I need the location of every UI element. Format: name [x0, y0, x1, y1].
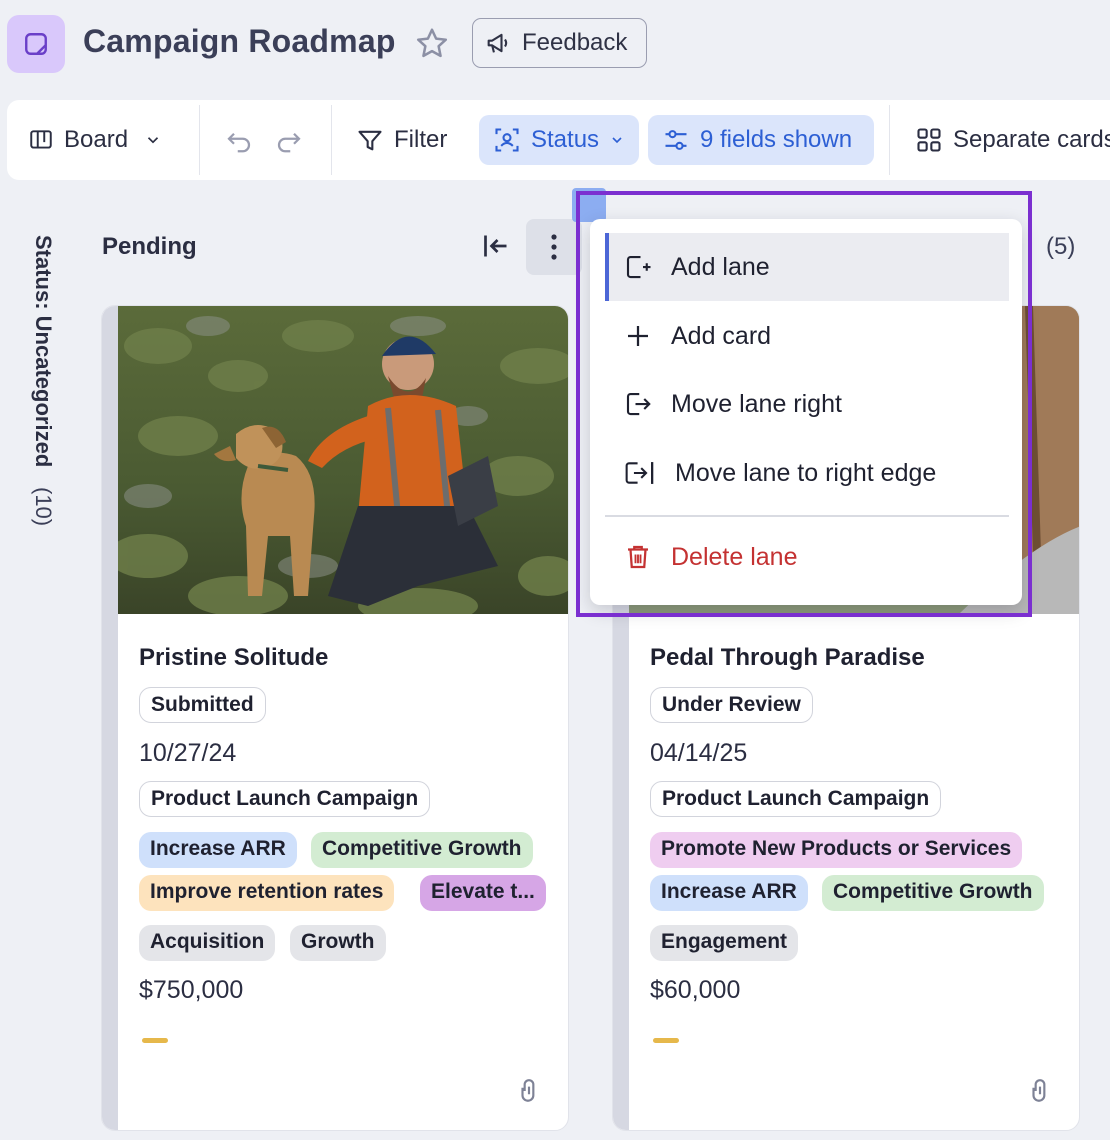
goal-chip: Increase ARR: [650, 875, 808, 911]
lane-more-button[interactable]: [526, 219, 582, 275]
campaign-chip: Product Launch Campaign: [650, 781, 942, 817]
redo-icon: [277, 132, 301, 153]
card-amount: $750,000: [139, 976, 244, 1004]
menu-label: Add card: [671, 321, 772, 350]
priority-indicator: [142, 1038, 168, 1043]
goal-chip: Competitive Growth: [822, 875, 1044, 911]
undo-button[interactable]: [224, 115, 254, 165]
separate-cards-button[interactable]: Separate cards: [915, 115, 1110, 165]
fields-label: 9 fields shown: [700, 126, 853, 153]
move-right-edge-icon: [625, 462, 654, 484]
note-icon: [25, 33, 47, 55]
status-chip: Submitted: [139, 687, 266, 723]
next-lane-count: (5): [1046, 233, 1076, 260]
menu-label: Add lane: [671, 252, 770, 281]
group-label-vertical[interactable]: Status: Uncategorized (10): [30, 235, 56, 527]
toolbar-divider: [331, 105, 332, 175]
card-date: 10/27/24: [139, 739, 237, 767]
feedback-label: Feedback: [522, 29, 628, 56]
page-title: Campaign Roadmap: [83, 23, 396, 59]
group-icon: [495, 128, 519, 152]
trash-icon: [628, 545, 648, 569]
menu-divider: [605, 515, 1009, 517]
menu-item-add-lane[interactable]: Add lane: [605, 233, 1009, 301]
goal-chip: Elevate t...: [420, 875, 546, 911]
toolbar-divider: [199, 105, 200, 175]
toolbar-divider: [889, 105, 890, 175]
group-by-status-button[interactable]: Status: [479, 115, 640, 165]
filter-icon: [358, 130, 382, 151]
menu-item-delete-lane[interactable]: Delete lane: [605, 523, 1009, 591]
menu-label: Move lane right: [671, 389, 842, 418]
add-lane-icon: [626, 255, 651, 279]
menu-label: Move lane to right edge: [675, 458, 937, 487]
star-icon[interactable]: [413, 25, 451, 63]
feedback-button[interactable]: Feedback: [472, 18, 647, 68]
card-stripe: [102, 306, 118, 1130]
card[interactable]: Pristine Solitude Submitted 10/27/24 Pro…: [101, 305, 569, 1131]
chevron-down-icon: [612, 137, 622, 144]
goal-chip: Improve retention rates: [139, 875, 395, 911]
group-count: (10): [31, 487, 56, 527]
separate-label: Separate cards: [953, 126, 1110, 153]
goal-chip: Increase ARR: [139, 832, 297, 868]
group-name: Status: Uncategorized: [31, 235, 56, 468]
card-image: [118, 306, 568, 614]
view-switcher[interactable]: Board: [28, 115, 162, 165]
paperclip-icon[interactable]: [516, 1078, 542, 1104]
tag-chip: Acquisition: [139, 925, 276, 961]
card-date: 04/14/25: [650, 739, 748, 767]
group-label: Status: [531, 126, 600, 153]
goal-chip: Competitive Growth: [311, 832, 533, 868]
redo-button[interactable]: [274, 115, 304, 165]
menu-item-move-right[interactable]: Move lane right: [605, 370, 1009, 438]
view-label: Board: [64, 126, 129, 153]
plus-icon: [628, 326, 648, 346]
card-title: Pedal Through Paradise: [650, 644, 925, 671]
move-right-icon: [626, 392, 651, 416]
collapse-left-icon: [484, 235, 507, 257]
sliders-icon: [665, 130, 687, 150]
chevron-down-icon: [147, 137, 159, 144]
status-chip: Under Review: [650, 687, 813, 723]
menu-item-add-card[interactable]: Add card: [605, 302, 1009, 370]
card-title: Pristine Solitude: [139, 644, 329, 671]
campaign-chip: Product Launch Campaign: [139, 781, 431, 817]
lane-title: Pending: [102, 233, 197, 260]
tag-chip: Growth: [290, 925, 386, 961]
more-vertical-icon: [551, 234, 557, 260]
card-amount: $60,000: [650, 976, 741, 1004]
megaphone-icon: [487, 33, 508, 53]
app-icon[interactable]: [7, 15, 65, 73]
menu-item-move-right-edge[interactable]: Move lane to right edge: [605, 439, 1009, 507]
fields-shown-button[interactable]: 9 fields shown: [648, 115, 874, 165]
paperclip-icon[interactable]: [1027, 1078, 1053, 1104]
menu-label: Delete lane: [671, 542, 798, 571]
filter-button[interactable]: Filter: [356, 115, 447, 165]
undo-icon: [227, 132, 251, 153]
tag-chip: Engagement: [650, 925, 799, 961]
board-icon: [30, 130, 52, 149]
collapse-lane-button[interactable]: [478, 228, 514, 264]
goal-chip: Promote New Products or Services: [650, 832, 1023, 868]
priority-indicator: [653, 1038, 679, 1043]
grid-icon: [917, 128, 941, 152]
filter-label: Filter: [394, 126, 448, 153]
